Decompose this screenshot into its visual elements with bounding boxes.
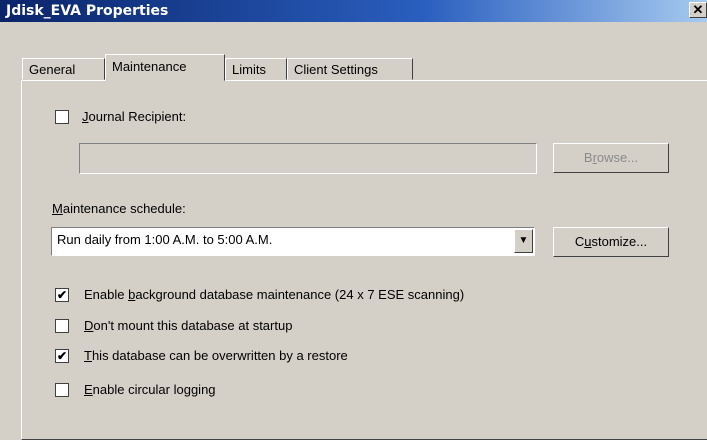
journal-recipient-field xyxy=(79,143,537,174)
window-title: Jdisk_EVA Properties xyxy=(6,3,169,19)
journal-recipient-checkbox[interactable] xyxy=(55,110,69,124)
tab-maintenance[interactable]: Maintenance xyxy=(105,54,225,81)
maintenance-schedule-label: Maintenance schedule: xyxy=(52,201,186,216)
tab-limits[interactable]: Limits xyxy=(225,58,287,80)
browse-button: Browse... xyxy=(553,143,669,173)
title-bar[interactable]: Jdisk_EVA Properties ✕ xyxy=(0,0,707,22)
checkmark-icon: ✔ xyxy=(56,288,68,302)
tab-general[interactable]: General xyxy=(22,58,105,80)
dont-mount-checkbox[interactable] xyxy=(55,319,69,333)
maintenance-schedule-select[interactable]: Run daily from 1:00 A.M. to 5:00 A.M. ▼ xyxy=(51,227,535,256)
properties-dialog: Jdisk_EVA Properties ✕ General Maintenan… xyxy=(0,0,707,440)
overwrite-by-restore-checkbox[interactable]: ✔ xyxy=(55,349,69,363)
circular-logging-label: Enable circular logging xyxy=(84,382,216,397)
close-button[interactable]: ✕ xyxy=(689,2,707,18)
circular-logging-checkbox[interactable] xyxy=(55,383,69,397)
schedule-selected-value: Run daily from 1:00 A.M. to 5:00 A.M. xyxy=(57,232,273,247)
background-maintenance-checkbox[interactable]: ✔ xyxy=(55,288,69,302)
overwrite-by-restore-label: This database can be overwritten by a re… xyxy=(84,348,348,363)
tab-client-settings[interactable]: Client Settings xyxy=(287,58,413,80)
background-maintenance-label: Enable background database maintenance (… xyxy=(84,287,465,302)
dont-mount-label: Don't mount this database at startup xyxy=(84,318,293,333)
journal-recipient-label: Journal Recipient: xyxy=(82,109,187,124)
chevron-down-icon[interactable]: ▼ xyxy=(514,229,533,253)
customize-button[interactable]: Customize... xyxy=(553,227,669,257)
checkmark-icon: ✔ xyxy=(56,349,68,363)
